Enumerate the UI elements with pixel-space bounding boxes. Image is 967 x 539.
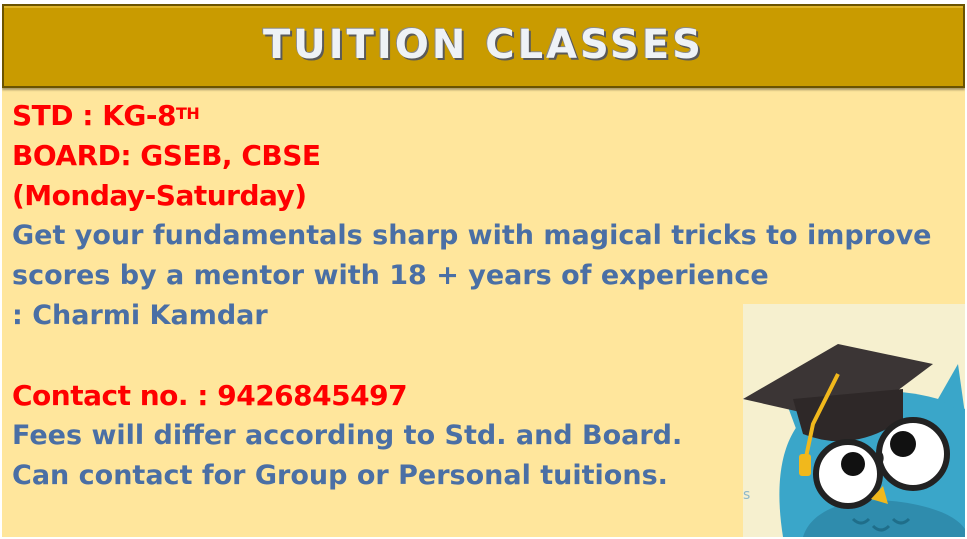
board-line: BOARD: GSEB, CBSE	[12, 139, 321, 172]
std-superscript: TH	[175, 104, 200, 123]
description-line-2: scores by a mentor with 18 + years of ex…	[12, 260, 769, 291]
advertisement-card: TUITION CLASSES STD : KG-8TH BOARD: GSEB…	[2, 4, 965, 537]
std-text: STD : KG-8	[12, 99, 176, 132]
title-banner: TUITION CLASSES	[2, 4, 965, 88]
description-line-1: Get your fundamentals sharp with magical…	[12, 220, 932, 251]
days-line: (Monday-Saturday)	[12, 179, 307, 212]
owl-graduation-cap-icon: s	[743, 304, 965, 537]
banner-title: TUITION CLASSES	[263, 22, 704, 68]
std-line: STD : KG-8TH	[12, 96, 942, 136]
svg-text:s: s	[743, 487, 750, 503]
